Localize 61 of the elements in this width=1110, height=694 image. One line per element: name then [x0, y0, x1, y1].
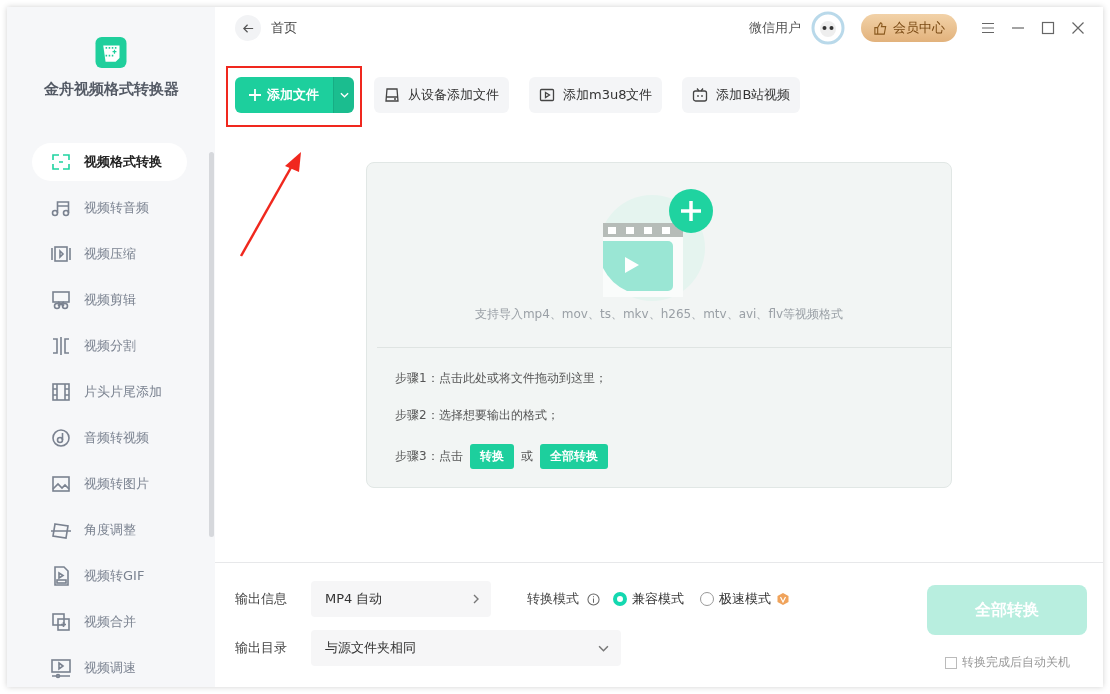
- sidebar-item[interactable]: 视频转GIF: [32, 557, 187, 595]
- avatar-icon[interactable]: [811, 11, 845, 45]
- vip-badge-icon: [776, 592, 790, 606]
- toolbar-button[interactable]: 从设备添加文件: [374, 77, 509, 113]
- sidebar-item[interactable]: 角度调整: [32, 511, 187, 549]
- user-name[interactable]: 微信用户: [749, 19, 801, 37]
- sidebar-item[interactable]: 音频转视频: [32, 419, 187, 457]
- app-name: 金舟视频格式转换器: [43, 80, 179, 99]
- step-text: 步骤3：点击: [395, 448, 463, 465]
- step-text: 步骤2：选择想要输出的格式；: [395, 407, 560, 424]
- sidebar-item-icon: [50, 381, 72, 403]
- toolbar-button[interactable]: 添加B站视频: [682, 77, 801, 113]
- convert-tag: 转换: [469, 444, 514, 469]
- sidebar-item-icon: [50, 243, 72, 265]
- sidebar-item-icon: [50, 427, 72, 449]
- sidebar-item[interactable]: 视频转图片: [32, 465, 187, 503]
- sidebar-item-icon: [50, 611, 72, 633]
- sidebar-item-icon: [50, 289, 72, 311]
- convert-all-tag: 全部转换: [539, 444, 608, 469]
- step-text: 或: [520, 448, 533, 465]
- auto-shutdown-checkbox[interactable]: 转换完成后自动关机: [944, 654, 1070, 671]
- tv-icon: [692, 87, 709, 103]
- mode-radio[interactable]: 极速模式: [700, 590, 790, 608]
- output-dir-label: 输出目录: [235, 639, 288, 657]
- caret-icon: [339, 92, 349, 98]
- add-file-dropdown[interactable]: [333, 77, 354, 113]
- sidebar-item[interactable]: 视频压缩: [32, 235, 187, 273]
- drive-icon: [384, 87, 400, 103]
- output-dir-dropdown[interactable]: 与源文件夹相同: [311, 630, 621, 666]
- vip-center-button[interactable]: 会员中心: [861, 14, 957, 42]
- sidebar-item[interactable]: 视频剪辑: [32, 281, 187, 319]
- plus-icon: [249, 89, 261, 101]
- sidebar-item-icon: [50, 335, 72, 357]
- chevron-right-icon: [473, 594, 479, 604]
- thumbs-up-icon: [873, 20, 888, 36]
- supported-formats-text: 支持导入mp4、mov、ts、mkv、h265、mtv、avi、flv等视频格式: [474, 306, 844, 323]
- close-icon[interactable]: [1071, 21, 1085, 35]
- maximize-icon[interactable]: [1041, 21, 1055, 35]
- back-button[interactable]: [235, 15, 261, 41]
- mode-radio[interactable]: 兼容模式: [613, 590, 684, 608]
- sidebar-item[interactable]: 视频分割: [32, 327, 187, 365]
- output-format-selector[interactable]: MP4 自动: [311, 581, 491, 617]
- menu-icon[interactable]: [981, 21, 995, 35]
- sidebar-item[interactable]: 视频格式转换: [32, 143, 187, 181]
- add-file-button[interactable]: 添加文件: [235, 77, 333, 113]
- sidebar-item[interactable]: 视频合并: [32, 603, 187, 641]
- sidebar-item[interactable]: 视频调速: [32, 649, 187, 687]
- output-info-label: 输出信息: [235, 590, 288, 608]
- chevron-down-icon: [598, 644, 609, 652]
- play-icon: [539, 87, 555, 103]
- sidebar-item-icon: [50, 657, 72, 679]
- convert-mode-label: 转换模式: [527, 590, 579, 608]
- sidebar-item[interactable]: 片头片尾添加: [32, 373, 187, 411]
- step-text: 步骤1：点击此处或将文件拖动到这里；: [395, 370, 608, 387]
- sidebar-item[interactable]: 视频转音频: [32, 189, 187, 227]
- sidebar-item-icon: [50, 473, 72, 495]
- info-icon[interactable]: [587, 592, 600, 606]
- drop-area[interactable]: 支持导入mp4、mov、ts、mkv、h265、mtv、avi、flv等视频格式 步骤1：点击此处或将文件拖动到这里； 步骤2：选择想要输出的格式； 步骤3：点击 转换 或 全部转换: [366, 162, 952, 488]
- page-title: 首页: [271, 19, 297, 37]
- sidebar-item-icon: [50, 151, 72, 173]
- toolbar-button[interactable]: 添加m3u8文件: [529, 77, 663, 113]
